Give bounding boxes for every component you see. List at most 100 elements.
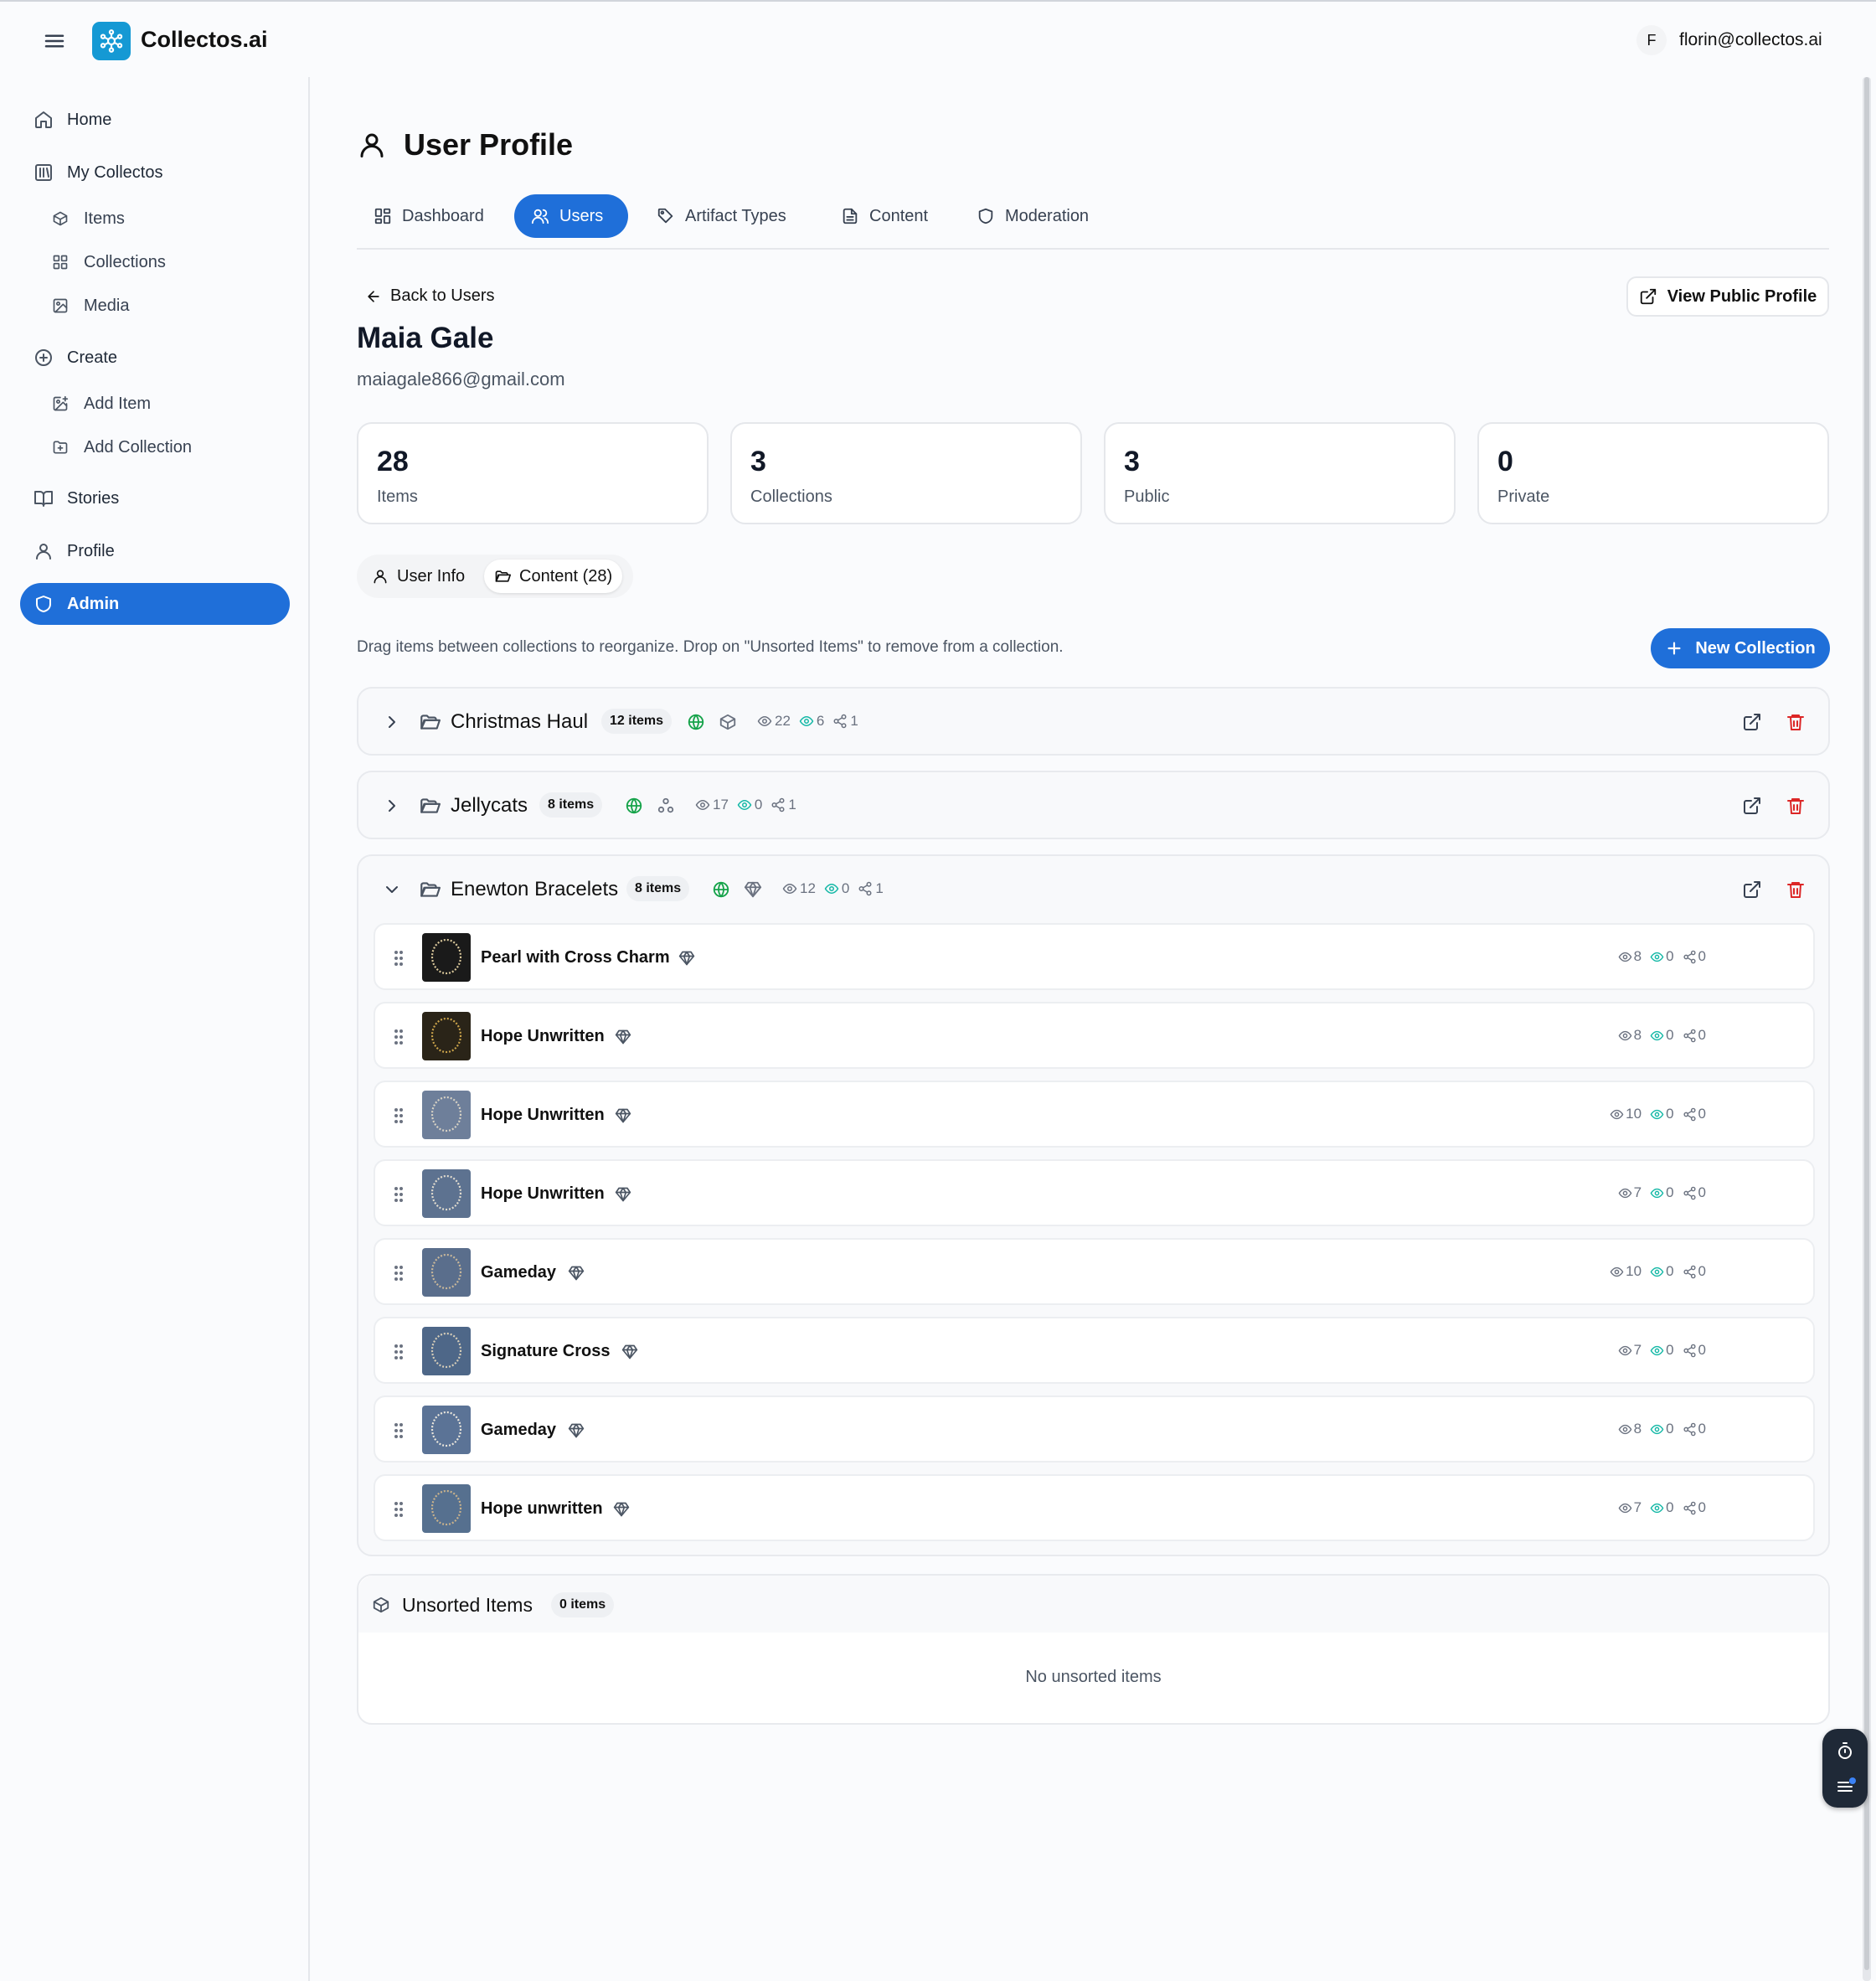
folder-open-icon (420, 882, 441, 897)
shapes-icon (657, 797, 674, 813)
stat-card-public: 3 Public (1104, 422, 1456, 524)
item-thumbnail[interactable] (422, 1091, 471, 1139)
eye-icon (1650, 1030, 1664, 1040)
sidebar-item-media[interactable]: Media (37, 285, 288, 327)
item-count-badge: 12 items (601, 709, 673, 734)
sidebar-item-label: My Collectos (67, 163, 163, 182)
unsorted-items-dropzone[interactable]: Unsorted Items 0 items No unsorted items (357, 1574, 1830, 1725)
view-public-profile-button[interactable]: View Public Profile (1626, 276, 1829, 317)
collection-header[interactable]: Jellycats 8 items 17 0 1 (358, 772, 1828, 839)
plus-circle-icon (35, 349, 52, 366)
sidebar-item-admin[interactable]: Admin (20, 583, 290, 625)
chevron-right-icon[interactable] (382, 796, 402, 816)
sidebar-item-add-collection[interactable]: Add Collection (37, 426, 288, 468)
brand-name[interactable]: Collectos.ai (141, 27, 268, 53)
plus-icon (1667, 642, 1681, 655)
item-thumbnail[interactable] (422, 1012, 471, 1060)
globe-icon (688, 714, 704, 730)
item-name: Hope Unwritten (481, 1106, 605, 1124)
timer-icon[interactable] (1835, 1741, 1855, 1761)
sidebar-item-create[interactable]: Create (20, 337, 290, 379)
box-icon (719, 714, 736, 730)
chevron-right-icon[interactable] (382, 712, 402, 732)
item-thumbnail[interactable] (422, 1169, 471, 1218)
sidebar-item-stories[interactable]: Stories (20, 477, 290, 519)
profile-subtabs: User Info Content (28) (357, 555, 633, 598)
collection-item-row[interactable]: Hope unwritten 7 0 0 (374, 1474, 1815, 1541)
subtab-label: User Info (397, 566, 466, 586)
tab-moderation[interactable]: Moderation (960, 194, 1109, 238)
drag-handle-icon[interactable] (392, 1184, 405, 1205)
item-thumbnail[interactable] (422, 1406, 471, 1454)
sidebar-item-label: Media (84, 296, 130, 315)
drag-handle-icon[interactable] (392, 1106, 405, 1126)
stat-card-collections: 3 Collections (730, 422, 1082, 524)
drag-handle-icon[interactable] (392, 948, 405, 968)
sidebar-item-collections[interactable]: Collections (37, 241, 288, 283)
page-title-text: User Profile (404, 127, 574, 162)
menu-icon[interactable] (42, 28, 69, 54)
gem-icon (568, 1423, 585, 1438)
tab-dashboard[interactable]: Dashboard (357, 194, 504, 238)
floating-tools-widget[interactable] (1822, 1729, 1868, 1808)
collection-header[interactable]: Enewton Bracelets 8 items 12 0 1 (358, 856, 1828, 923)
item-thumbnail[interactable] (422, 1248, 471, 1297)
collection-item-row[interactable]: Pearl with Cross Charm 8 0 0 (374, 923, 1815, 990)
sidebar-item-label: Items (84, 209, 125, 228)
drag-handle-icon[interactable] (392, 1027, 405, 1047)
item-thumbnail[interactable] (422, 1484, 471, 1533)
dashboard-icon (374, 208, 391, 224)
new-collection-button[interactable]: New Collection (1651, 628, 1830, 668)
drag-handle-icon[interactable] (392, 1342, 405, 1362)
collection-item-row[interactable]: Hope Unwritten 8 0 0 (374, 1002, 1815, 1069)
external-link-icon[interactable] (1742, 712, 1762, 732)
tab-content[interactable]: Content (824, 194, 948, 238)
sidebar-item-my-collectos[interactable]: My Collectos (20, 152, 290, 193)
collection-item-row[interactable]: Hope Unwritten 10 0 0 (374, 1081, 1815, 1148)
external-link-icon[interactable] (1742, 796, 1762, 816)
tab-artifact-types[interactable]: Artifact Types (640, 194, 807, 238)
item-count-badge: 8 items (626, 876, 690, 901)
subtab-user-info[interactable]: User Info (362, 560, 475, 593)
sidebar-item-home[interactable]: Home (20, 99, 290, 141)
collection-item-row[interactable]: Hope Unwritten 7 0 0 (374, 1159, 1815, 1226)
share-icon (771, 797, 785, 813)
item-thumbnail[interactable] (422, 933, 471, 982)
collection-item-row[interactable]: Signature Cross 7 0 0 (374, 1317, 1815, 1384)
share-icon (1683, 1344, 1696, 1357)
collection-header[interactable]: Christmas Haul 12 items 22 6 1 (358, 689, 1828, 756)
collection-enewton-bracelets[interactable]: Enewton Bracelets 8 items 12 0 1 Pearl w… (357, 854, 1830, 1556)
sidebar-item-items[interactable]: Items (37, 198, 288, 240)
collection-jellycats[interactable]: Jellycats 8 items 17 0 1 (357, 771, 1830, 839)
external-link-icon[interactable] (1742, 880, 1762, 900)
tab-label: Dashboard (402, 206, 484, 225)
trash-icon[interactable] (1786, 796, 1806, 816)
scrollbar-thumb[interactable] (1864, 77, 1869, 1970)
collectos-logo[interactable] (92, 22, 131, 60)
drag-handle-icon[interactable] (392, 1499, 405, 1519)
subtab-content[interactable]: Content (28) (484, 560, 623, 593)
collection-metrics: 22 6 1 (757, 713, 867, 730)
notification-dot (1849, 1777, 1856, 1784)
tab-users[interactable]: Users (514, 194, 628, 238)
user-icon (36, 544, 51, 560)
back-to-users-link[interactable]: Back to Users (365, 286, 494, 306)
item-name: Gameday (481, 1263, 557, 1282)
user-avatar[interactable]: F (1636, 25, 1667, 55)
collection-christmas-haul[interactable]: Christmas Haul 12 items 22 6 1 (357, 687, 1830, 756)
trash-icon[interactable] (1786, 880, 1806, 900)
user-email[interactable]: florin@collectos.ai (1679, 30, 1822, 50)
sidebar-item-label: Add Item (84, 394, 152, 413)
chevron-down-icon[interactable] (382, 880, 402, 900)
sidebar-item-label: Collections (84, 252, 166, 271)
collection-item-row[interactable]: Gameday 10 0 0 (374, 1238, 1815, 1305)
sidebar-item-add-item[interactable]: Add Item (37, 383, 288, 425)
drag-handle-icon[interactable] (392, 1263, 405, 1283)
box-icon (53, 211, 68, 226)
views-count: 8 (1633, 1421, 1642, 1437)
collection-item-row[interactable]: Gameday 8 0 0 (374, 1395, 1815, 1463)
trash-icon[interactable] (1786, 712, 1806, 732)
item-thumbnail[interactable] (422, 1327, 471, 1375)
drag-handle-icon[interactable] (392, 1421, 405, 1441)
sidebar-item-profile[interactable]: Profile (20, 530, 290, 572)
